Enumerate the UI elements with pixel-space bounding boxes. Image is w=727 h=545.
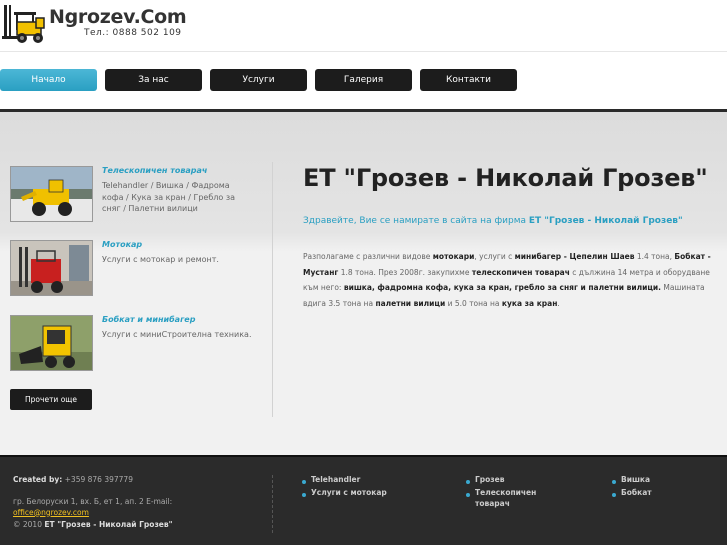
main-content: Телескопичен товарач Telehandler / Вишка… (0, 112, 727, 455)
footer-link-forklift[interactable]: Услуги с мотокар (311, 488, 387, 499)
bullet-icon (612, 480, 616, 484)
nav-home[interactable]: Начало (0, 69, 97, 91)
bullet-icon (302, 480, 306, 484)
site-brand[interactable]: Ngrozev.Com (49, 6, 187, 28)
footer-link-telehandler-bg[interactable]: Телескопичен товарач (475, 488, 545, 509)
nav-contacts[interactable]: Контакти (420, 69, 517, 91)
bullet-icon (302, 493, 306, 497)
main-nav: Начало За нас Услуги Галерия Контакти (0, 52, 727, 109)
footer-email-link[interactable]: office@ngrozev.com (13, 508, 89, 517)
telehandler-thumbnail[interactable] (10, 166, 93, 222)
welcome-text: Здравейте, Вие се намирате в сайта на фи… (303, 216, 683, 226)
forklift-thumbnail[interactable] (10, 240, 93, 296)
site-header: Ngrozev.Com Тел.: 0888 502 109 (0, 0, 727, 52)
nav-about[interactable]: За нас (105, 69, 202, 91)
footer-link-lift[interactable]: Вишка (621, 475, 650, 486)
bobcat-thumbnail[interactable] (10, 315, 93, 371)
forklift-logo-icon[interactable] (2, 2, 47, 46)
footer-link-telehandler[interactable]: Telehandler (311, 475, 360, 486)
sidebar-item-text: Услуги с мотокар и ремонт. (102, 255, 219, 264)
footer-link-grozev[interactable]: Грозев (475, 475, 505, 486)
phone-number: Тел.: 0888 502 109 (84, 28, 182, 38)
footer-address: гр. Белоруски 1, вх. Б, ет 1, ап. 2 E-ma… (13, 497, 173, 517)
footer-divider (272, 475, 273, 533)
content-divider (272, 162, 273, 417)
footer-link-bobcat[interactable]: Бобкат (621, 488, 652, 499)
site-footer: Created by: +359 876 397779 гр. Белоруск… (0, 455, 727, 545)
bullet-icon (466, 480, 470, 484)
sidebar-item-title[interactable]: Телескопичен товарач (102, 166, 207, 175)
bullet-icon (466, 493, 470, 497)
footer-copyright: © 2010 ЕТ "Грозев - Николай Грозев" (13, 520, 173, 529)
nav-services[interactable]: Услуги (210, 69, 307, 91)
sidebar-item-text: Услуги с миниСтроителна техника. (102, 330, 252, 339)
sidebar-item-title[interactable]: Мотокар (102, 240, 142, 249)
bullet-icon (612, 493, 616, 497)
read-more-button[interactable]: Прочети още (10, 389, 92, 410)
welcome-company: ЕТ "Грозев - Николай Грозев" (528, 216, 683, 226)
page-title: ЕТ "Грозев - Николай Грозев" (303, 164, 708, 192)
footer-created-by: Created by: +359 876 397779 (13, 475, 133, 484)
nav-gallery[interactable]: Галерия (315, 69, 412, 91)
sidebar-item-text: Telehandler / Вишка / Фадрома кофа / Кук… (102, 181, 235, 213)
sidebar-item-title[interactable]: Бобкат и минибагер (102, 315, 195, 324)
intro-paragraph: Разполагаме с различни видове мотокари, … (303, 252, 711, 308)
